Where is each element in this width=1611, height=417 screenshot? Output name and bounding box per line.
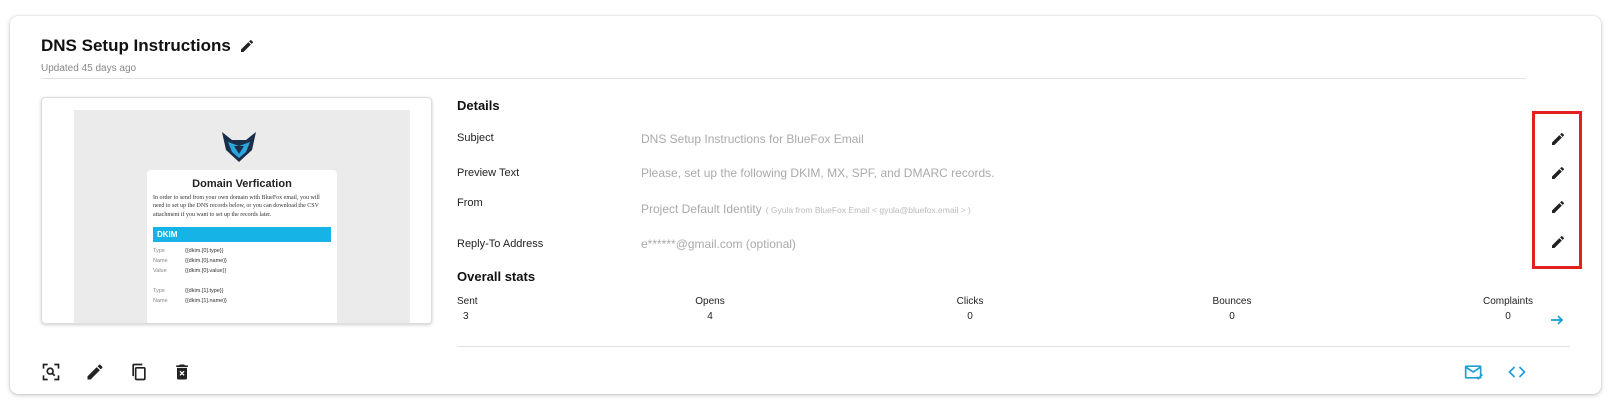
preview-search-icon[interactable]	[41, 362, 61, 382]
from-identity-hint: ( Gyula from BlueFox Email < gyula@bluef…	[765, 205, 971, 215]
bluefox-logo	[222, 132, 256, 162]
from-value-wrap: Project Default Identity( Gyula from Blu…	[641, 202, 971, 216]
send-test-email-icon[interactable]	[1464, 362, 1484, 382]
stat-value: 3	[463, 311, 469, 322]
from-label: From	[457, 197, 483, 209]
stat-label: Bounces	[1212, 296, 1252, 307]
record-row: Name {{dkim.[1].name}}	[153, 298, 227, 305]
email-heading: Domain Verfication	[192, 178, 292, 190]
stat-label: Opens	[695, 296, 725, 307]
delete-icon[interactable]	[172, 362, 192, 382]
preview-canvas: Domain Verfication In order to send from…	[74, 110, 410, 323]
preview-text-value: Please, set up the following DKIM, MX, S…	[641, 166, 995, 180]
stat-clicks: Clicks 0	[950, 296, 990, 322]
stat-label: Clicks	[956, 296, 984, 307]
stat-bounces: Bounces 0	[1204, 296, 1260, 322]
record-row: Value {{dkim.[0].value}}	[153, 268, 227, 275]
stat-value: 4	[707, 311, 713, 322]
reply-to-label: Reply-To Address	[457, 238, 544, 250]
stat-value: 0	[967, 311, 973, 322]
code-icon[interactable]	[1507, 362, 1527, 382]
stat-sent: Sent 3	[457, 296, 478, 322]
divider	[457, 346, 1570, 347]
details-heading: Details	[457, 98, 500, 113]
from-value: Project Default Identity	[641, 202, 762, 216]
title-row: DNS Setup Instructions	[41, 36, 255, 56]
email-preview-thumbnail[interactable]: Domain Verfication In order to send from…	[41, 97, 432, 324]
email-paragraph: In order to send from your own domain wi…	[153, 195, 320, 218]
record-row: Name {{dkim.[0].name}}	[153, 258, 227, 265]
stat-complaints: Complaints 0	[1476, 296, 1540, 322]
highlight-box	[1532, 111, 1582, 269]
stat-opens: Opens 4	[690, 296, 730, 322]
stat-label: Complaints	[1482, 296, 1534, 307]
copy-icon[interactable]	[129, 362, 149, 382]
stat-label: Sent	[457, 296, 478, 307]
page-title: DNS Setup Instructions	[41, 36, 231, 55]
pencil-icon[interactable]	[239, 38, 255, 54]
preview-text-label: Preview Text	[457, 167, 520, 179]
edit-icon[interactable]	[85, 362, 105, 382]
overall-stats-heading: Overall stats	[457, 269, 536, 284]
divider	[41, 78, 1526, 79]
stat-value: 0	[1505, 311, 1511, 322]
reply-to-value: e******@gmail.com (optional)	[641, 237, 796, 251]
updated-timestamp: Updated 45 days ago	[41, 63, 137, 74]
dkim-section-bar: DKIM	[153, 227, 331, 243]
subject-value: DNS Setup Instructions for BlueFox Email	[641, 132, 864, 146]
stat-value: 0	[1229, 311, 1235, 322]
arrow-right-icon[interactable]	[1550, 313, 1566, 327]
record-row: Type {{dkim.[0].type}}	[153, 248, 224, 255]
email-content-box: Domain Verfication In order to send from…	[147, 170, 337, 323]
record-row: Type {{dkim.[1].type}}	[153, 288, 224, 295]
subject-label: Subject	[457, 132, 494, 144]
